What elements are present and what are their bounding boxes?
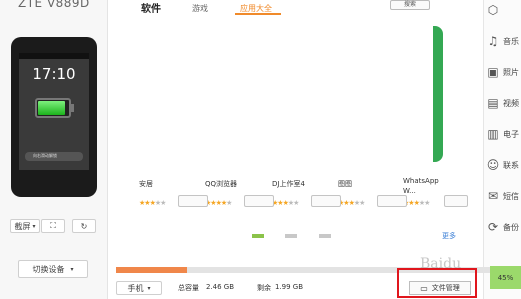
sidebar-item-sms[interactable]: ✉ 短信 <box>486 186 521 206</box>
sidebar-item-ebooks[interactable]: ▥ 电子 <box>486 124 521 144</box>
install-button[interactable] <box>244 195 274 207</box>
sidebar-item-music[interactable]: ♫ 音乐 <box>486 31 521 51</box>
sidebar-item-label: 照片 <box>503 67 519 77</box>
video-icon: ▤ <box>487 96 499 110</box>
dropdown-arrow-icon: ▾ <box>70 265 74 273</box>
search-button[interactable]: 搜索 <box>390 0 430 10</box>
sidebar-item-backup[interactable]: ⟳ 备份 <box>486 217 521 237</box>
sidebar-item-photos[interactable]: ▣ 照片 <box>486 62 521 82</box>
cube-icon: ⬡ <box>487 3 499 17</box>
battery-level <box>38 101 65 115</box>
usage-percent: 45% <box>490 266 521 289</box>
more-link[interactable]: 更多 <box>442 231 456 241</box>
app-rating: ★★★★★ <box>272 199 299 207</box>
app-rating: ★★★★★ <box>338 199 365 207</box>
storage-used-fill <box>116 267 187 273</box>
screenshot-label: 截屏 <box>14 221 31 231</box>
fullscreen-icon: ⛶ <box>50 221 56 230</box>
free-space-label: 剩余 <box>257 284 271 292</box>
app-name[interactable]: WhatsApp W... <box>403 176 449 196</box>
watermark-logo: Baidu <box>420 256 462 272</box>
phone-clock: 17:10 <box>32 65 76 83</box>
install-button[interactable] <box>178 195 208 207</box>
sidebar-item-label: 短信 <box>503 191 519 201</box>
screenshot-button[interactable]: 截屏 ▾ <box>10 219 40 233</box>
app-rating: ★★★★★ <box>205 199 232 207</box>
install-button[interactable] <box>311 195 341 207</box>
sidebar-item-video[interactable]: ▤ 视频 <box>486 93 521 113</box>
tab-games[interactable]: 游戏 <box>192 3 208 14</box>
refresh-icon: ↻ <box>80 221 88 231</box>
pager-dot[interactable] <box>319 234 331 238</box>
switch-device-button[interactable]: 切换设备 ▾ <box>18 260 88 278</box>
install-button[interactable] <box>377 195 407 207</box>
highlight-annotation <box>397 268 477 298</box>
music-icon: ♫ <box>487 34 499 48</box>
sidebar-item-label: 电子 <box>503 129 519 139</box>
pager-dot[interactable] <box>252 234 264 238</box>
photo-icon: ▣ <box>487 65 499 79</box>
battery-tip <box>71 104 74 112</box>
dropdown-arrow-icon: ▾ <box>147 284 151 292</box>
device-name: ZTE V889D <box>18 0 90 10</box>
app-name[interactable]: 图图 <box>338 179 352 189</box>
install-button[interactable] <box>444 195 468 207</box>
switch-device-label: 切换设备 <box>32 264 65 274</box>
pager-dot[interactable] <box>285 234 297 238</box>
tab-indicator <box>235 13 281 15</box>
app-name[interactable]: QQ浏览器 <box>205 179 237 189</box>
sidebar-item-home[interactable]: ⬡ <box>486 0 521 20</box>
total-capacity-label: 总容量 <box>178 284 199 292</box>
backup-icon: ⟳ <box>487 220 499 234</box>
unlock-hint: 向右滑动解锁 <box>33 153 57 158</box>
storage-location-label: 手机 <box>127 283 144 293</box>
sms-icon: ✉ <box>487 189 499 203</box>
dropdown-arrow-icon: ▾ <box>32 222 36 230</box>
sidebar-item-contacts[interactable]: ☺ 联系 <box>486 155 521 175</box>
tab-software[interactable]: 软件 <box>141 0 161 15</box>
fullscreen-button[interactable]: ⛶ <box>41 219 65 233</box>
banner-area <box>137 26 433 162</box>
total-capacity-value: 2.46 GB <box>206 283 235 291</box>
refresh-button[interactable]: ↻ <box>72 219 96 233</box>
app-name[interactable]: DJ上作室4 <box>272 179 305 189</box>
free-space-value: 1.99 GB <box>275 283 304 291</box>
contact-icon: ☺ <box>486 158 500 172</box>
sidebar-item-label: 音乐 <box>503 36 519 46</box>
sidebar-item-label: 备份 <box>503 222 519 232</box>
app-name[interactable]: 安居 <box>139 179 153 189</box>
sidebar-item-label: 联系 <box>503 160 519 170</box>
book-icon: ▥ <box>487 127 499 141</box>
storage-location-select[interactable]: 手机 ▾ <box>116 281 162 295</box>
phone-statusbar <box>19 53 89 59</box>
phone-screen: 17:10 向右滑动解锁 <box>19 53 89 170</box>
sidebar-item-label: 视频 <box>503 98 519 108</box>
app-rating: ★★★★★ <box>139 199 166 207</box>
battery-icon <box>35 98 71 118</box>
